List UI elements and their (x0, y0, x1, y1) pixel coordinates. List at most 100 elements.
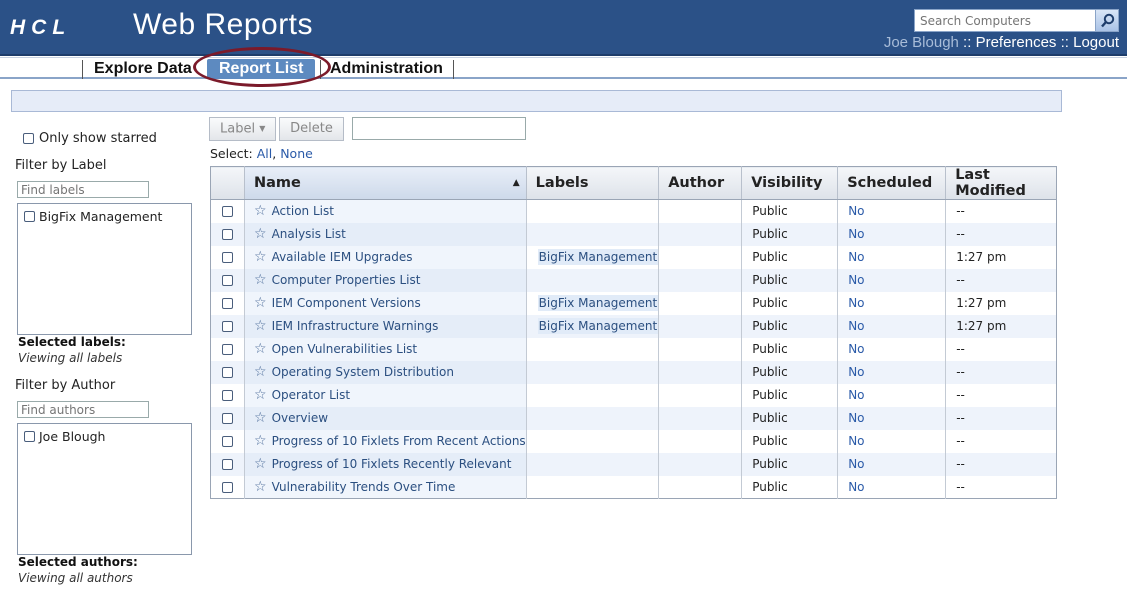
report-name-cell[interactable]: ☆ Progress of 10 Fixlets From Recent Acti… (244, 429, 527, 453)
report-search-input[interactable] (352, 117, 526, 140)
report-name[interactable]: Open Vulnerabilities List (272, 342, 418, 356)
report-name[interactable]: Progress of 10 Fixlets From Recent Actio… (272, 434, 526, 448)
table-row[interactable]: ☆ Open Vulnerabilities List Public No -- (210, 337, 1057, 361)
report-name-cell[interactable]: ☆ Progress of 10 Fixlets Recently Relevan… (244, 452, 527, 476)
report-name-cell[interactable]: ☆ Overview (244, 406, 527, 430)
search-button[interactable] (1095, 10, 1118, 31)
star-icon[interactable]: ☆ (254, 272, 267, 288)
report-name-cell[interactable]: ☆ Open Vulnerabilities List (244, 337, 527, 361)
tab-report-list[interactable]: Report List (207, 59, 316, 79)
row-checkbox[interactable] (222, 436, 233, 447)
table-row[interactable]: ☆ Progress of 10 Fixlets Recently Relevan… (210, 452, 1057, 476)
report-label-tag[interactable]: BigFix Management (537, 295, 659, 311)
table-row[interactable]: ☆ Vulnerability Trends Over Time Public No -… (210, 475, 1057, 499)
star-icon[interactable]: ☆ (254, 249, 267, 265)
tab-explore-data[interactable]: Explore Data (88, 59, 198, 79)
label-dropdown-button[interactable]: Label ▼ (209, 117, 276, 141)
column-header-last-modified[interactable]: Last Modified (945, 166, 1057, 200)
table-row[interactable]: ☆ Progress of 10 Fixlets From Recent Acti… (210, 429, 1057, 453)
report-name-cell[interactable]: ☆ Computer Properties List (244, 268, 527, 292)
report-scheduled-cell[interactable]: No (837, 199, 947, 223)
preferences-link[interactable]: Preferences (976, 34, 1057, 51)
report-label-tag[interactable]: BigFix Management (537, 249, 659, 265)
select-all-link[interactable]: All (257, 146, 273, 161)
report-name-cell[interactable]: ☆ Available IEM Upgrades (244, 245, 527, 269)
star-icon[interactable]: ☆ (254, 456, 267, 472)
star-icon[interactable]: ☆ (254, 433, 267, 449)
report-name[interactable]: Progress of 10 Fixlets Recently Relevant (272, 457, 512, 471)
table-row[interactable]: ☆ Operating System Distribution Public No -- (210, 360, 1057, 384)
row-checkbox[interactable] (222, 459, 233, 470)
star-icon[interactable]: ☆ (254, 203, 267, 219)
report-scheduled-cell[interactable]: No (837, 268, 947, 292)
row-checkbox[interactable] (222, 206, 233, 218)
star-icon[interactable]: ☆ (254, 226, 267, 242)
report-name[interactable]: IEM Infrastructure Warnings (272, 319, 439, 333)
table-row[interactable]: ☆ Action List Public No -- (210, 199, 1057, 223)
report-name-cell[interactable]: ☆ IEM Component Versions (244, 291, 527, 315)
report-name[interactable]: Computer Properties List (272, 273, 421, 287)
report-name[interactable]: IEM Component Versions (272, 296, 421, 310)
report-scheduled-cell[interactable]: No (837, 452, 947, 476)
column-header-scheduled[interactable]: Scheduled (837, 166, 947, 200)
row-checkbox[interactable] (222, 413, 233, 424)
report-scheduled-cell[interactable]: No (837, 429, 947, 453)
column-header-visibility[interactable]: Visibility (741, 166, 839, 200)
find-authors-input[interactable] (17, 401, 149, 418)
label-checkbox[interactable] (24, 211, 35, 222)
table-row[interactable]: ☆ Computer Properties List Public No -- (210, 268, 1057, 292)
report-name[interactable]: Operator List (272, 388, 351, 402)
row-checkbox[interactable] (222, 298, 233, 309)
report-scheduled-cell[interactable]: No (837, 222, 947, 246)
find-labels-input[interactable] (17, 181, 149, 198)
column-header-name[interactable]: Name ▲ (244, 166, 527, 200)
select-none-link[interactable]: None (280, 146, 313, 161)
list-item[interactable]: BigFix Management (18, 204, 191, 228)
logout-link[interactable]: Logout (1073, 34, 1119, 51)
report-name[interactable]: Overview (272, 411, 329, 425)
row-checkbox[interactable] (222, 321, 233, 332)
report-name-cell[interactable]: ☆ Operating System Distribution (244, 360, 527, 384)
report-scheduled-cell[interactable]: No (837, 360, 947, 384)
report-name-cell[interactable]: ☆ Action List (244, 199, 527, 223)
star-icon[interactable]: ☆ (254, 341, 267, 357)
report-scheduled-cell[interactable]: No (837, 383, 947, 407)
table-row[interactable]: ☆ Overview Public No -- (210, 406, 1057, 430)
report-name-cell[interactable]: ☆ Vulnerability Trends Over Time (244, 475, 527, 499)
report-name[interactable]: Action List (272, 204, 334, 218)
report-name-cell[interactable]: ☆ IEM Infrastructure Warnings (244, 314, 527, 338)
report-name-cell[interactable]: ☆ Analysis List (244, 222, 527, 246)
row-checkbox[interactable] (222, 344, 233, 355)
row-checkbox[interactable] (222, 252, 233, 263)
report-name-cell[interactable]: ☆ Operator List (244, 383, 527, 407)
star-icon[interactable]: ☆ (254, 479, 267, 495)
report-name[interactable]: Analysis List (272, 227, 346, 241)
table-row[interactable]: ☆ Analysis List Public No -- (210, 222, 1057, 246)
report-scheduled-cell[interactable]: No (837, 314, 947, 338)
table-row[interactable]: ☆ Operator List Public No -- (210, 383, 1057, 407)
report-scheduled-cell[interactable]: No (837, 337, 947, 361)
row-checkbox[interactable] (222, 367, 233, 378)
report-name[interactable]: Operating System Distribution (272, 365, 454, 379)
row-checkbox[interactable] (222, 481, 233, 493)
report-name[interactable]: Vulnerability Trends Over Time (272, 480, 456, 494)
star-icon[interactable]: ☆ (254, 410, 267, 426)
only-starred-filter[interactable]: Only show starred (23, 131, 157, 146)
star-icon[interactable]: ☆ (254, 295, 267, 311)
only-starred-checkbox[interactable] (23, 133, 34, 144)
report-scheduled-cell[interactable]: No (837, 475, 947, 499)
report-label-tag[interactable]: BigFix Management (537, 318, 659, 334)
row-checkbox[interactable] (222, 229, 233, 240)
table-row[interactable]: ☆ IEM Component Versions BigFix Management… (210, 291, 1057, 315)
report-name[interactable]: Available IEM Upgrades (272, 250, 413, 264)
delete-button[interactable]: Delete (279, 117, 344, 141)
list-item[interactable]: Joe Blough (18, 424, 191, 448)
column-header-author[interactable]: Author (658, 166, 743, 200)
tab-administration[interactable]: Administration (324, 59, 449, 79)
star-icon[interactable]: ☆ (254, 364, 267, 380)
row-checkbox[interactable] (222, 390, 233, 401)
report-scheduled-cell[interactable]: No (837, 245, 947, 269)
star-icon[interactable]: ☆ (254, 387, 267, 403)
column-header-labels[interactable]: Labels (526, 166, 660, 200)
author-checkbox[interactable] (24, 431, 35, 442)
